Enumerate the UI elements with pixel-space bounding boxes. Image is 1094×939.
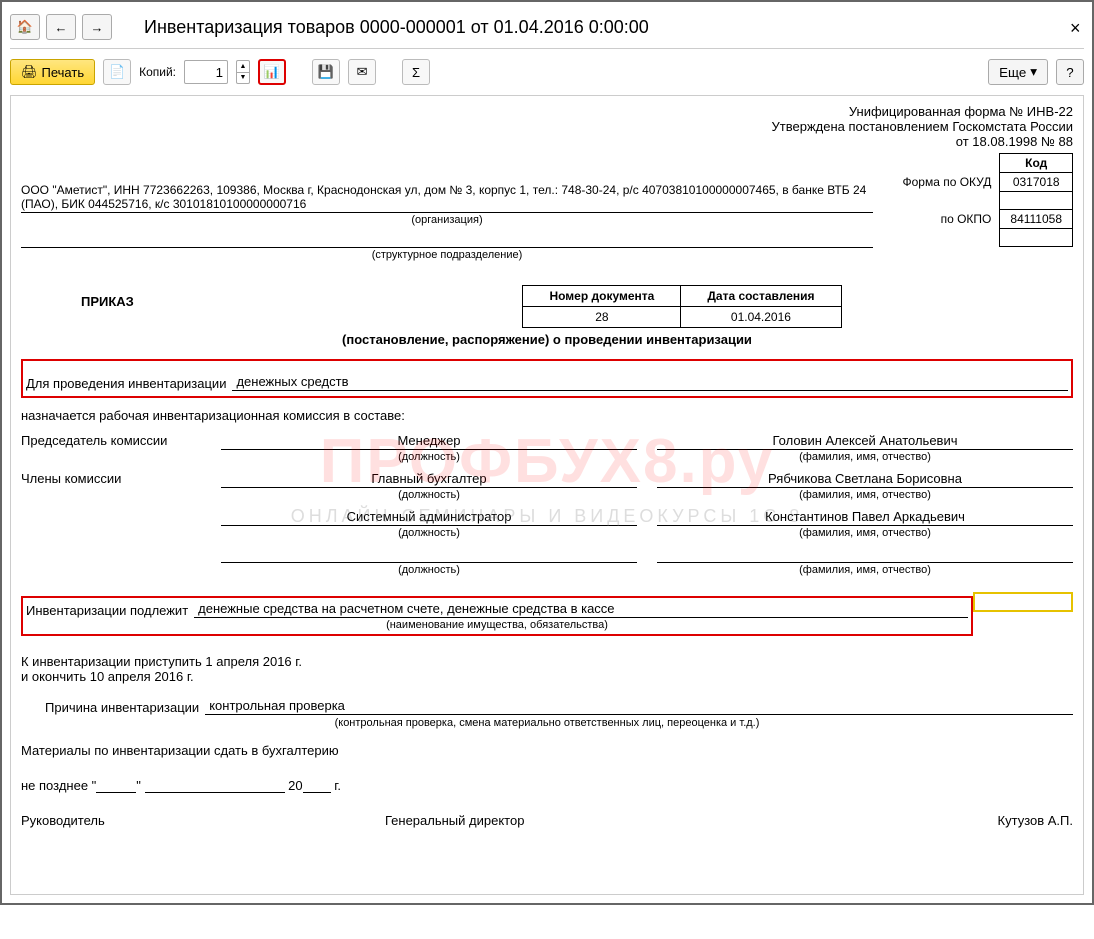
deadline-line: не позднее " " 20 г. (21, 778, 1073, 793)
fio-sub: (фамилия, имя, отчество) (657, 451, 1073, 463)
docdate-value: 01.04.2016 (681, 307, 841, 328)
organization-line: ООО "Аметист", ИНН 7723662263, 109386, М… (21, 183, 873, 213)
end-date: и окончить 10 апреля 2016 г. (21, 669, 1073, 684)
home-button[interactable]: 🏠 (10, 14, 40, 40)
copies-label: Копий: (139, 65, 176, 79)
top-bar: 🏠 ← → Инвентаризация товаров 0000-000001… (10, 10, 1084, 49)
deadline-prefix: не позднее " (21, 778, 96, 793)
docnum-value: 28 (523, 307, 681, 328)
deadline-year: 20 (288, 778, 302, 793)
doc-number-table: Номер документаДата составления 2801.04.… (522, 285, 841, 328)
fio-sub-2: (фамилия, имя, отчество) (657, 527, 1073, 539)
member3-fio (657, 547, 1073, 563)
reason-sublabel: (контрольная проверка, смена материально… (21, 717, 1073, 729)
materials-text: Материалы по инвентаризации сдать в бухг… (21, 743, 1073, 758)
head-label: Руководитель (21, 813, 345, 828)
form-header-line2: Утверждена постановлением Госкомстата Ро… (21, 119, 1073, 134)
save-button[interactable]: 💾 (312, 59, 340, 85)
deadline-mid: " (136, 778, 144, 793)
for-value: денежных средств (232, 374, 1068, 391)
chairman-fio: Головин Алексей Анатольевич (657, 433, 1073, 450)
position-sub-2: (должность) (221, 527, 637, 539)
printer-icon: 🖨 (21, 64, 38, 80)
okpo-label: по ОКПО (892, 210, 999, 229)
member1-fio: Рябчикова Светлана Борисовна (657, 471, 1073, 488)
subject-sublabel: (наименование имущества, обязательства) (26, 619, 968, 631)
start-date: К инвентаризации приступить 1 апреля 201… (21, 654, 1073, 669)
copies-input[interactable] (184, 60, 228, 84)
reason-label: Причина инвентаризации (45, 700, 199, 715)
back-button[interactable]: ← (46, 14, 76, 40)
position-sub-1: (должность) (221, 489, 637, 501)
sum-button[interactable]: Σ (402, 59, 430, 85)
chairman-label: Председатель комиссии (21, 433, 201, 463)
chevron-down-icon: ▾ (1030, 64, 1037, 80)
unit-line (21, 234, 873, 248)
kod-header: Код (1000, 154, 1073, 173)
unit-sublabel: (структурное подразделение) (21, 249, 873, 261)
more-label: Еще (999, 65, 1026, 80)
order-title: ПРИКАЗ (81, 294, 261, 309)
fio-sub-1: (фамилия, имя, отчество) (657, 489, 1073, 501)
commission-text: назначается рабочая инвентаризационная к… (21, 408, 1073, 423)
help-button[interactable]: ? (1056, 59, 1084, 85)
form-header: Унифицированная форма № ИНВ-22 Утвержден… (21, 104, 1073, 149)
member2-position: Системный администратор (221, 509, 637, 526)
copies-spinner[interactable]: ▲▼ (236, 60, 250, 84)
subject-label: Инвентаризации подлежит (26, 603, 188, 618)
position-sub: (должность) (221, 451, 637, 463)
preview-button[interactable]: 📄 (103, 59, 131, 85)
codes-table: Код Форма по ОКУД0317018 по ОКПО84111058 (892, 153, 1073, 247)
okud-label: Форма по ОКУД (892, 173, 999, 192)
export-button[interactable]: 📊 (258, 59, 286, 85)
members-label: Члены комиссии (21, 471, 201, 501)
member3-position (221, 547, 637, 563)
fio-sub-3: (фамилия, имя, отчество) (657, 564, 1073, 576)
close-icon[interactable]: × (1064, 17, 1084, 37)
for-inventory-highlight: Для проведения инвентаризации денежных с… (21, 359, 1073, 398)
print-label: Печать (42, 65, 85, 80)
position-sub-3: (должность) (221, 564, 637, 576)
docnum-header: Номер документа (523, 286, 681, 307)
form-header-line3: от 18.08.1998 № 88 (21, 134, 1073, 149)
chairman-position: Менеджер (221, 433, 637, 450)
document-area[interactable]: ПРОФБУХ8.ру ОНЛАЙН-СЕМИНАРЫ И ВИДЕОКУРСЫ… (10, 95, 1084, 895)
reason-value: контрольная проверка (205, 698, 1073, 715)
more-button[interactable]: Еще ▾ (988, 59, 1048, 85)
head-fio: Кутузов А.П. (749, 813, 1073, 828)
member1-position: Главный бухгалтер (221, 471, 637, 488)
order-subtitle: (постановление, распоряжение) о проведен… (21, 332, 1073, 347)
subject-highlight: Инвентаризации подлежит денежные средств… (21, 596, 973, 636)
toolbar: 🖨 Печать 📄 Копий: ▲▼ 📊 💾 ✉ Σ Еще ▾ ? (10, 49, 1084, 95)
subject-value: денежные средства на расчетном счете, де… (194, 601, 968, 618)
forward-button[interactable]: → (82, 14, 112, 40)
print-button[interactable]: 🖨 Печать (10, 59, 95, 85)
organization-sublabel: (организация) (21, 214, 873, 226)
for-label: Для проведения инвентаризации (26, 376, 226, 391)
okpo-value: 84111058 (1000, 210, 1073, 229)
member2-fio: Константинов Павел Аркадьевич (657, 509, 1073, 526)
head-position: Генеральный директор (385, 813, 709, 828)
cell-cursor[interactable] (973, 592, 1073, 612)
deadline-suffix: г. (331, 778, 341, 793)
okud-value: 0317018 (1000, 173, 1073, 192)
email-button[interactable]: ✉ (348, 59, 376, 85)
page-title: Инвентаризация товаров 0000-000001 от 01… (144, 17, 649, 38)
docdate-header: Дата составления (681, 286, 841, 307)
form-header-line1: Унифицированная форма № ИНВ-22 (21, 104, 1073, 119)
